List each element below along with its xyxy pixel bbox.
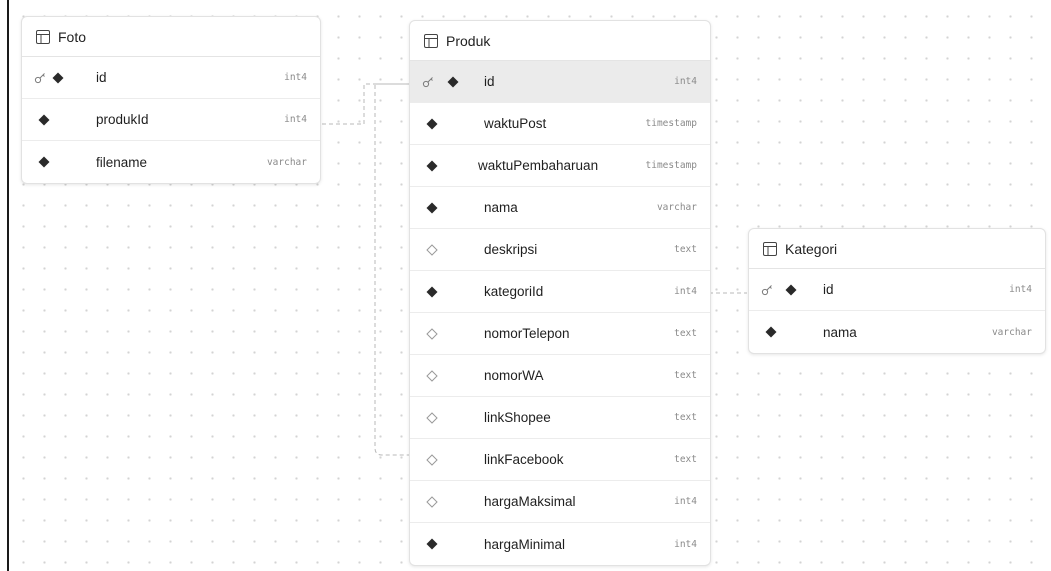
column-row[interactable]: linkFacebook text — [410, 439, 710, 481]
diagram-canvas[interactable]: Foto id int4 produkId int4 filename varc… — [7, 0, 1051, 571]
filled-diamond-icon — [426, 538, 438, 550]
column-name: nama — [484, 200, 518, 215]
outline-diamond-icon — [426, 496, 438, 508]
column-type: varchar — [656, 202, 697, 213]
column-name: id — [823, 282, 834, 297]
filled-diamond-icon — [785, 284, 797, 296]
column-name: filename — [96, 154, 148, 170]
filled-diamond-icon — [38, 114, 50, 126]
column-type: timestamp — [645, 118, 697, 129]
column-row[interactable]: produkId int4 — [22, 99, 320, 141]
table-grid-icon — [424, 33, 438, 48]
column-name: hargaMinimal — [484, 536, 566, 552]
table-name: Foto — [58, 28, 87, 45]
outline-diamond-icon — [426, 244, 438, 256]
column-name: nama — [823, 324, 857, 340]
filled-diamond-icon — [765, 326, 777, 338]
table-kategori[interactable]: Kategori id int4 nama varchar — [748, 228, 1046, 354]
column-row[interactable]: filename varchar — [22, 141, 320, 183]
column-type: int4 — [284, 114, 307, 125]
filled-diamond-icon — [426, 118, 438, 130]
column-row[interactable]: kategoriId int4 — [410, 271, 710, 313]
outline-diamond-icon — [426, 412, 438, 424]
filled-diamond-icon — [447, 76, 459, 88]
table-name: Kategori — [785, 240, 838, 257]
column-row[interactable]: nomorTelepon text — [410, 313, 710, 355]
column-name: waktuPost — [484, 116, 547, 131]
table-grid-icon — [763, 241, 777, 256]
column-name: produkId — [96, 112, 149, 127]
table-foto-header[interactable]: Foto — [22, 17, 320, 57]
column-row[interactable]: waktuPost timestamp — [410, 103, 710, 145]
column-row[interactable]: deskripsi text — [410, 229, 710, 271]
column-type: text — [674, 328, 697, 339]
column-row[interactable]: linkShopee text — [410, 397, 710, 439]
key-icon — [34, 72, 46, 84]
column-type: int4 — [674, 286, 697, 297]
column-name: waktuPembaharuan — [478, 158, 599, 173]
outline-diamond-icon — [426, 370, 438, 382]
column-name: nomorWA — [484, 368, 544, 383]
table-kategori-header[interactable]: Kategori — [749, 229, 1045, 269]
column-type: text — [674, 244, 697, 255]
column-name: nomorTelepon — [484, 326, 570, 341]
column-name: linkShopee — [484, 410, 551, 425]
column-name: deskripsi — [484, 242, 538, 257]
relation-foto-produkid-to-produk-id — [322, 83, 409, 125]
column-name: hargaMaksimal — [484, 494, 576, 509]
column-type: text — [674, 370, 697, 381]
column-row[interactable]: hargaMinimal int4 — [410, 523, 710, 565]
column-type: int4 — [674, 538, 697, 550]
column-row[interactable]: nama varchar — [410, 187, 710, 229]
column-name: linkFacebook — [484, 452, 564, 467]
filled-diamond-icon — [426, 160, 438, 172]
column-row[interactable]: hargaMaksimal int4 — [410, 481, 710, 523]
table-name: Produk — [446, 32, 491, 49]
column-type: timestamp — [645, 160, 697, 171]
column-type: int4 — [1009, 284, 1032, 295]
table-foto[interactable]: Foto id int4 produkId int4 filename varc… — [21, 16, 321, 184]
column-row[interactable]: waktuPembaharuan timestamp — [410, 145, 710, 187]
column-row[interactable]: id int4 — [410, 61, 710, 103]
key-icon — [422, 76, 434, 88]
column-type: text — [674, 412, 697, 423]
table-grid-icon — [36, 29, 50, 44]
column-name: id — [484, 74, 495, 89]
outline-diamond-icon — [426, 328, 438, 340]
column-type: int4 — [674, 76, 697, 87]
column-type: varchar — [991, 326, 1032, 338]
table-produk-header[interactable]: Produk — [410, 21, 710, 61]
column-name: kategoriId — [484, 284, 544, 299]
filled-diamond-icon — [426, 286, 438, 298]
table-produk[interactable]: Produk id int4 waktuPost timestamp waktu… — [409, 20, 711, 566]
column-row[interactable]: id int4 — [22, 57, 320, 99]
key-icon — [761, 284, 773, 296]
column-row[interactable]: id int4 — [749, 269, 1045, 311]
column-type: text — [674, 454, 697, 465]
relation-produk-id-to-foto-produkid-lower — [374, 83, 409, 456]
column-row[interactable]: nomorWA text — [410, 355, 710, 397]
column-row[interactable]: nama varchar — [749, 311, 1045, 353]
outline-diamond-icon — [426, 454, 438, 466]
column-name: id — [96, 70, 107, 85]
column-type: varchar — [266, 156, 307, 168]
column-type: int4 — [284, 72, 307, 83]
filled-diamond-icon — [38, 156, 50, 168]
column-type: int4 — [674, 496, 697, 507]
filled-diamond-icon — [52, 72, 64, 84]
filled-diamond-icon — [426, 202, 438, 214]
